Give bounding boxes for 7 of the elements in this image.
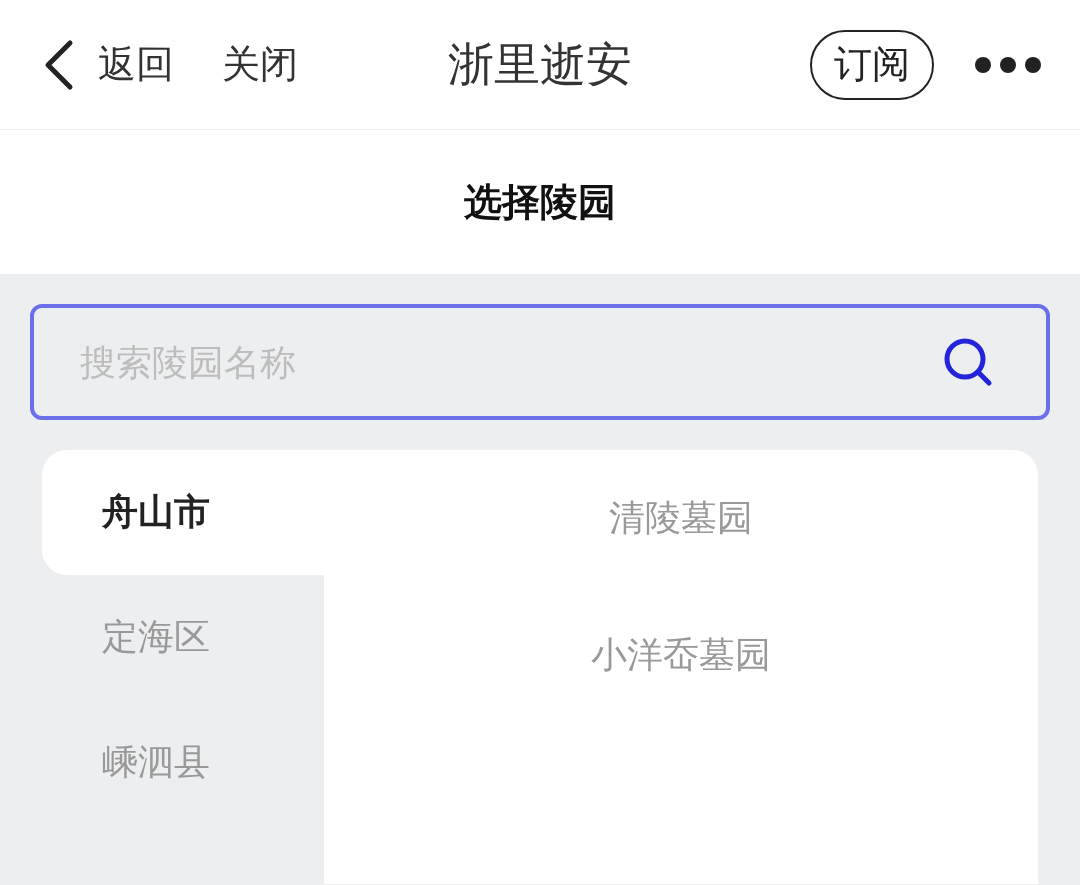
page-title: 选择陵园 xyxy=(464,178,616,226)
subscribe-button[interactable]: 订阅 xyxy=(810,29,934,100)
window-title: 浙里逝安 xyxy=(448,35,632,93)
close-button[interactable]: 关闭 xyxy=(222,39,298,90)
back-button[interactable]: 返回 xyxy=(42,38,174,91)
region-tab[interactable]: 舟山市 xyxy=(42,450,324,575)
more-icon[interactable] xyxy=(974,55,1042,74)
